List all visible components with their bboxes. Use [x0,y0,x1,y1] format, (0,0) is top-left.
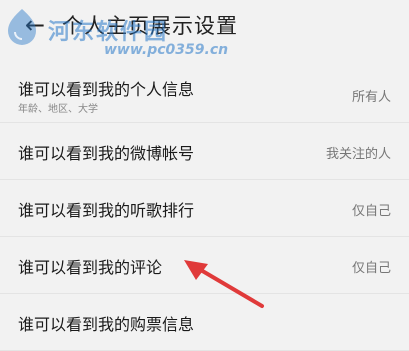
back-arrow-icon[interactable]: ← [20,8,50,42]
setting-label: 谁可以看到我的个人信息 [18,80,195,99]
page-title: 个人主页展示设置 [62,14,238,38]
setting-sublabel: 年龄、地区、大学 [18,104,98,115]
setting-value: 仅自己 [351,204,391,219]
setting-label: 谁可以看到我的微博帐号 [18,144,195,163]
setting-label: 谁可以看到我的评论 [18,258,163,277]
setting-label: 谁可以看到我的购票信息 [18,315,195,334]
setting-value: 所有人 [351,90,391,105]
setting-label: 谁可以看到我的听歌排行 [18,201,195,220]
setting-row-listening-rank[interactable]: 谁可以看到我的听歌排行 仅自己 [0,180,409,237]
setting-value: 仅自己 [351,261,391,276]
top-bar: ← 个人主页展示设置 [0,0,409,56]
setting-row-personal-info[interactable]: 谁可以看到我的个人信息 年龄、地区、大学 所有人 [0,66,409,123]
setting-row-weibo-account[interactable]: 谁可以看到我的微博帐号 我关注的人 [0,123,409,180]
setting-row-comments[interactable]: 谁可以看到我的评论 仅自己 [0,237,409,294]
setting-row-ticket-info[interactable]: 谁可以看到我的购票信息 [0,294,409,351]
setting-value: 我关注的人 [325,147,391,162]
settings-list: 谁可以看到我的个人信息 年龄、地区、大学 所有人 谁可以看到我的微博帐号 我关注… [0,66,409,351]
